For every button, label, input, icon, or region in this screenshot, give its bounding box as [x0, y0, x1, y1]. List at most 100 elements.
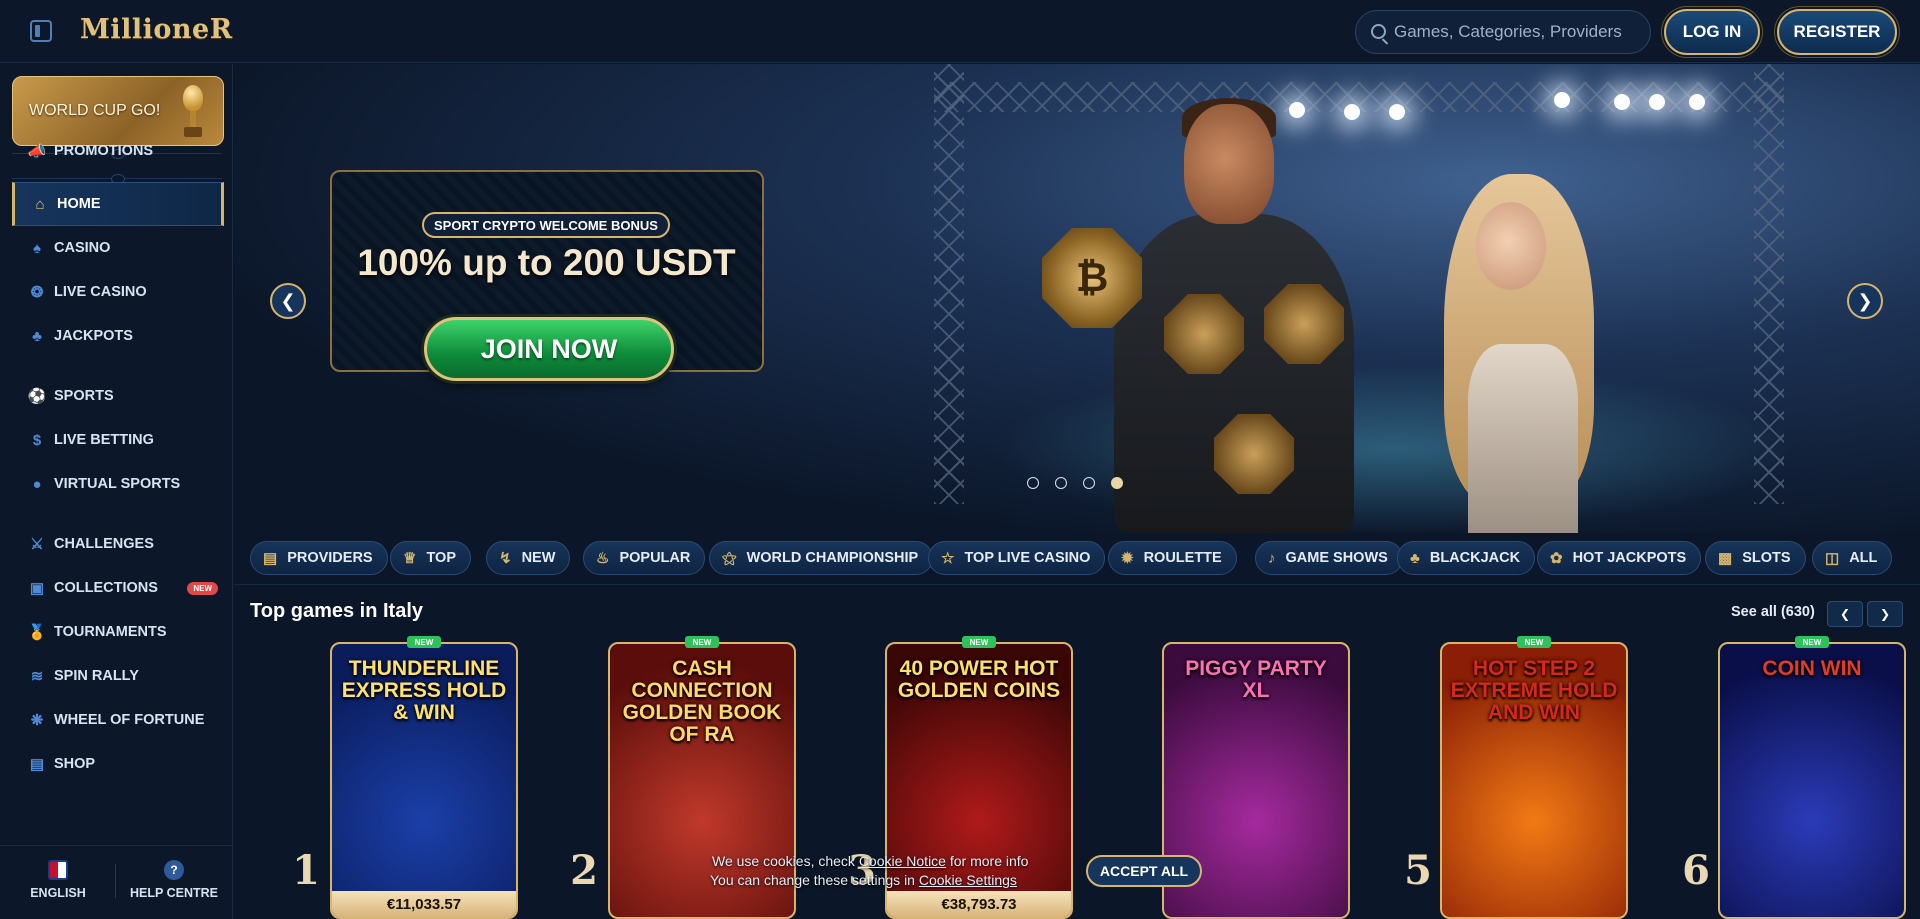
help-icon: ?: [164, 860, 184, 880]
section-title: Top games in Italy: [250, 600, 423, 622]
category-roulette[interactable]: ✹ ROULETTE: [1108, 541, 1237, 575]
sidebar-item-home[interactable]: ⌂ HOME: [12, 182, 224, 226]
sidebar-item-label: JACKPOTS: [54, 328, 133, 344]
sidebar-item-promotions[interactable]: 📣 PROMOTIONS: [12, 133, 224, 169]
cards-icon: ♣: [1410, 549, 1420, 567]
cookie-notice-link[interactable]: Cookie Notice: [859, 853, 946, 869]
sidebar-item-wheel-of-fortune[interactable]: ❋ WHEEL OF FORTUNE: [12, 702, 224, 738]
sidebar-item-label: COLLECTIONS: [54, 580, 158, 596]
category-label: HOT JACKPOTS: [1572, 550, 1687, 566]
sidebar-item-collections[interactable]: ▣ COLLECTIONS NEW: [12, 570, 224, 606]
category-top[interactable]: ♕ TOP: [390, 541, 471, 575]
sidebar-item-spin-rally[interactable]: ≋ SPIN RALLY: [12, 658, 224, 694]
sidebar-item-label: CHALLENGES: [54, 536, 154, 552]
sidebar-item-label: LIVE CASINO: [54, 284, 147, 300]
new-badge: NEW: [1795, 636, 1829, 648]
basket-icon: ▤: [29, 756, 45, 773]
category-world-championship[interactable]: ⚝ WORLD CHAMPIONSHIP: [709, 541, 934, 575]
game-title: PIGGY PARTY XL: [1185, 657, 1327, 702]
new-badge: NEW: [962, 636, 996, 648]
stage-light: [1554, 92, 1570, 108]
games-prev-arrow-icon[interactable]: ❮: [1827, 601, 1863, 627]
hero-banner[interactable]: ₿ SPORT CRYPTO WELCOME BONUS 100% up to …: [234, 64, 1920, 533]
sidebar-item-live-betting[interactable]: $ LIVE BETTING: [12, 422, 224, 458]
jackpot-amount: €11,033.57: [332, 891, 516, 917]
category-providers[interactable]: ▤ PROVIDERS: [250, 541, 388, 575]
stage-light: [1614, 94, 1630, 110]
top-header: MillioneR LOG IN REGISTER: [0, 0, 1920, 63]
roulette-icon: ✹: [1121, 550, 1134, 567]
promo-label: SPORT CRYPTO WELCOME BONUS: [422, 212, 670, 238]
category-label: ROULETTE: [1143, 550, 1222, 566]
book-icon: ▤: [263, 550, 278, 567]
stage-truss: [934, 64, 964, 504]
game-card[interactable]: COIN WIN: [1718, 642, 1906, 919]
cards-icon: ▣: [29, 580, 45, 597]
cookie-settings-link[interactable]: Cookie Settings: [919, 872, 1017, 888]
new-badge: NEW: [407, 636, 441, 648]
category-bar: ▤ PROVIDERS ♕ TOP ↯ NEW ♨ POPULAR ⚝ WORLD CHA…: [234, 533, 1920, 585]
game-title: CASH CONNECTION GOLDEN BOOK OF RA: [622, 657, 782, 746]
register-button[interactable]: REGISTER: [1777, 9, 1897, 55]
slot-machine-icon: ▩: [1718, 550, 1733, 567]
games-next-arrow-icon[interactable]: ❯: [1867, 601, 1903, 627]
sidebar-item-live-casino[interactable]: ❂ LIVE CASINO: [12, 274, 224, 310]
flag-icon: [48, 860, 68, 880]
sidebar-item-label: SPORTS: [54, 388, 114, 404]
lightning-icon: ↯: [499, 550, 512, 567]
sidebar-item-sports[interactable]: ⚽ SPORTS: [12, 378, 224, 414]
sidebar-item-virtual-sports[interactable]: ● VIRTUAL SPORTS: [12, 466, 224, 502]
sidebar-item-label: SPIN RALLY: [54, 668, 139, 684]
category-all[interactable]: ◫ ALL: [1812, 541, 1893, 575]
sidebar-item-tournaments[interactable]: 🏅 TOURNAMENTS: [12, 614, 224, 650]
home-icon: ⌂: [35, 195, 45, 213]
slide-dot[interactable]: [1055, 477, 1067, 489]
category-top-live-casino[interactable]: ☆ TOP LIVE CASINO: [928, 541, 1106, 575]
language-selector[interactable]: ENGLISH: [0, 860, 116, 900]
crossed-swords-icon: ⚔: [30, 536, 44, 553]
login-button[interactable]: LOG IN: [1664, 9, 1760, 55]
sidebar-item-challenges[interactable]: ⚔ CHALLENGES: [12, 526, 224, 562]
sidebar-toggle-icon[interactable]: [30, 20, 52, 42]
game-title: THUNDERLINE EXPRESS HOLD & WIN: [341, 657, 507, 724]
new-badge: NEW: [187, 581, 218, 595]
category-popular[interactable]: ♨ POPULAR: [583, 541, 706, 575]
bitcoin-badge-icon: ₿: [1042, 228, 1142, 328]
star-icon: ☆: [941, 550, 955, 567]
logo[interactable]: MillioneR: [80, 14, 233, 45]
football-icon: ⚽: [27, 388, 47, 405]
game-title: COIN WIN: [1762, 657, 1862, 680]
stage-light: [1649, 94, 1665, 110]
hero-prev-arrow-icon[interactable]: ❮: [270, 283, 306, 319]
sidebar-item-label: SHOP: [54, 756, 96, 772]
slide-dot[interactable]: [1083, 477, 1095, 489]
game-card[interactable]: THUNDERLINE EXPRESS HOLD & WIN €11,033.57: [330, 642, 518, 919]
see-all-link[interactable]: See all (630): [1731, 604, 1815, 620]
grid-icon: ◫: [1825, 550, 1840, 567]
category-new[interactable]: ↯ NEW: [486, 541, 571, 575]
category-blackjack[interactable]: ♣ BLACKJACK: [1397, 541, 1536, 575]
category-hot-jackpots[interactable]: ✿ HOT JACKPOTS: [1537, 541, 1702, 575]
join-now-button[interactable]: JOIN NOW: [424, 317, 674, 381]
sidebar-item-label: CASINO: [54, 240, 111, 256]
wheel-icon: ❋: [30, 712, 44, 729]
category-label: NEW: [521, 550, 556, 566]
search-box[interactable]: [1355, 10, 1651, 54]
new-badge: NEW: [1517, 636, 1551, 648]
slide-dot[interactable]: [1027, 477, 1039, 489]
megaphone-icon: 📣: [27, 143, 47, 160]
sidebar-item-shop[interactable]: ▤ SHOP: [12, 746, 224, 782]
hero-next-arrow-icon[interactable]: ❯: [1847, 283, 1883, 319]
slide-dot-active[interactable]: [1111, 477, 1123, 489]
sidebar-item-jackpots[interactable]: ♣ JACKPOTS: [12, 318, 224, 354]
category-slots[interactable]: ▩ SLOTS: [1705, 541, 1806, 575]
category-label: BLACKJACK: [1429, 550, 1521, 566]
search-input[interactable]: [1394, 11, 1644, 53]
help-centre-link[interactable]: ? HELP CENTRE: [116, 860, 232, 900]
sidebar: WORLD CUP GO! 📣 PROMOTIONS ⌂ HOME ♠ CASI…: [0, 64, 233, 919]
category-game-shows[interactable]: ♪ GAME SHOWS: [1255, 541, 1403, 575]
sidebar-footer: ENGLISH ? HELP CENTRE: [0, 845, 232, 919]
sidebar-item-casino[interactable]: ♠ CASINO: [12, 230, 224, 266]
accept-all-button[interactable]: ACCEPT ALL: [1086, 855, 1202, 887]
game-card[interactable]: HOT STEP 2 EXTREME HOLD AND WIN: [1440, 642, 1628, 919]
